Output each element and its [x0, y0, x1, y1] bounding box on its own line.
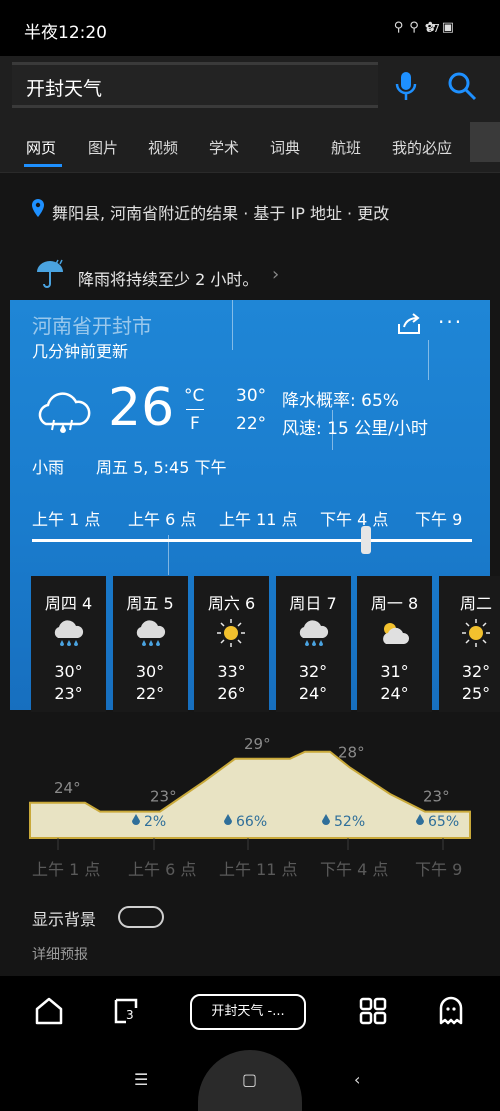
unit-divider [186, 409, 204, 410]
chart-hour-label: 上午 6 点 [128, 860, 197, 879]
sun-icon [461, 619, 490, 647]
rain-cloud-icon [136, 620, 165, 646]
rain-streak [428, 340, 429, 380]
recent-apps-icon[interactable]: ☰ [134, 1070, 148, 1089]
temperature-label: 28° [338, 744, 365, 762]
search-icon[interactable] [446, 70, 478, 102]
battery-level: 87 [426, 22, 440, 35]
day-low: 25° [461, 684, 491, 703]
chevron-right-icon[interactable]: › [272, 264, 279, 285]
day-high: 30° [54, 662, 83, 681]
location-pin-icon [32, 199, 44, 217]
tab-dictionary[interactable]: 词典 [270, 137, 300, 158]
day-high: 30° [135, 662, 165, 681]
day-name: 周一 8 [370, 594, 419, 613]
unit-celsius[interactable]: °C [184, 386, 204, 406]
tab-count: 3 [126, 1008, 134, 1022]
forecast-datetime: 周五 5, 5:45 下午 [96, 458, 227, 477]
tab-academic[interactable]: 学术 [209, 137, 239, 158]
show-background-toggle[interactable] [118, 906, 164, 928]
day-low: 22° [135, 684, 165, 703]
share-icon[interactable] [396, 312, 422, 336]
rain-streak [232, 300, 233, 350]
weather-condition: 小雨 [32, 458, 65, 477]
day-name: 周五 5 [126, 594, 174, 613]
temperature-label: 23° [423, 788, 450, 806]
today-low: 22° [236, 414, 267, 434]
partly-cloudy-icon [383, 623, 410, 644]
day-low: 26° [217, 684, 246, 703]
tab-web[interactable]: 网页 [26, 137, 56, 158]
back-icon[interactable]: ‹ [354, 1070, 360, 1089]
tab-my-bing[interactable]: 我的必应 [392, 137, 452, 158]
day-high: 31° [380, 662, 409, 681]
rain-cloud-icon [299, 620, 328, 646]
microphone-icon[interactable] [392, 70, 420, 102]
precipitation-label: 2% [144, 814, 166, 830]
day-high: 32° [461, 662, 491, 681]
temperature-label: 23° [150, 788, 177, 806]
temperature-label: 24° [54, 779, 81, 797]
unit-fahrenheit[interactable]: F [190, 414, 200, 434]
day-name: 周日 7 [289, 594, 337, 613]
rain-cloud-icon [54, 620, 84, 646]
day-high: 33° [217, 662, 246, 681]
hourly-temperature-chart: 24° 23° 29° 28° 23° 2% 66% 52% 65% [29, 735, 471, 850]
active-tab-indicator [24, 164, 62, 167]
chart-hour-label: 下午 9 [415, 860, 463, 879]
today-high: 30° [236, 386, 267, 406]
status-time: 半夜12:20 [24, 23, 107, 43]
timeline-hour: 上午 1 点 [32, 510, 101, 529]
show-background-label: 显示背景 [32, 910, 97, 929]
precipitation-label: 66% [236, 814, 267, 830]
sun-icon [217, 619, 245, 647]
home-button-icon[interactable]: ▢ [242, 1070, 257, 1089]
tab-images[interactable]: 图片 [88, 137, 118, 158]
timeline-hour: 上午 11 点 [219, 510, 298, 529]
tab-flights[interactable]: 航班 [331, 137, 361, 158]
day-name: 周六 6 [207, 594, 256, 613]
wind-speed: 风速: 15 公里/小时 [282, 419, 428, 439]
city-name: 河南省开封市 [32, 314, 152, 338]
precipitation-chance: 降水概率: 65% [282, 391, 399, 411]
rain-alert-text[interactable]: 降雨将持续至少 2 小时。 [78, 266, 258, 290]
chart-hour-label: 上午 1 点 [32, 860, 101, 879]
timeline-hour: 下午 9 [415, 510, 463, 529]
current-tab-pill[interactable]: 开封天气 -... [190, 994, 306, 1030]
detailed-forecast-link[interactable]: 详细预报 [32, 944, 88, 964]
rain-cloud-icon [38, 392, 91, 433]
timeline-slider[interactable] [32, 539, 472, 542]
timeline-hour: 下午 4 点 [320, 510, 389, 529]
umbrella-icon [37, 259, 63, 288]
apps-grid-icon[interactable] [358, 996, 388, 1026]
temperature-label: 29° [244, 735, 271, 753]
location-notice[interactable]: 舞阳县, 河南省附近的结果 · 基于 IP 地址 · 更改 [52, 200, 389, 224]
tabs-overflow-fade [470, 122, 500, 162]
search-query[interactable]: 开封天气 [26, 74, 102, 101]
profile-icon[interactable] [436, 996, 466, 1026]
timeline-hour: 上午 6 点 [128, 510, 197, 529]
chart-hour-label: 上午 11 点 [219, 860, 298, 879]
timeline-slider-thumb[interactable] [361, 526, 372, 554]
tab-videos[interactable]: 视频 [148, 137, 178, 158]
current-temperature: 26 [108, 378, 175, 438]
precipitation-label: 65% [428, 814, 459, 830]
day-low: 23° [54, 684, 83, 703]
home-icon[interactable] [34, 996, 64, 1026]
more-options-icon[interactable]: ··· [438, 310, 463, 334]
day-high: 32° [298, 662, 328, 681]
precipitation-label: 52% [334, 814, 365, 830]
day-name: 周二 [459, 594, 492, 613]
day-name: 周四 4 [44, 594, 93, 613]
day-low: 24° [298, 684, 328, 703]
updated-time: 几分钟前更新 [32, 342, 129, 361]
chart-hour-label: 下午 4 点 [320, 860, 389, 879]
day-low: 24° [380, 684, 409, 703]
